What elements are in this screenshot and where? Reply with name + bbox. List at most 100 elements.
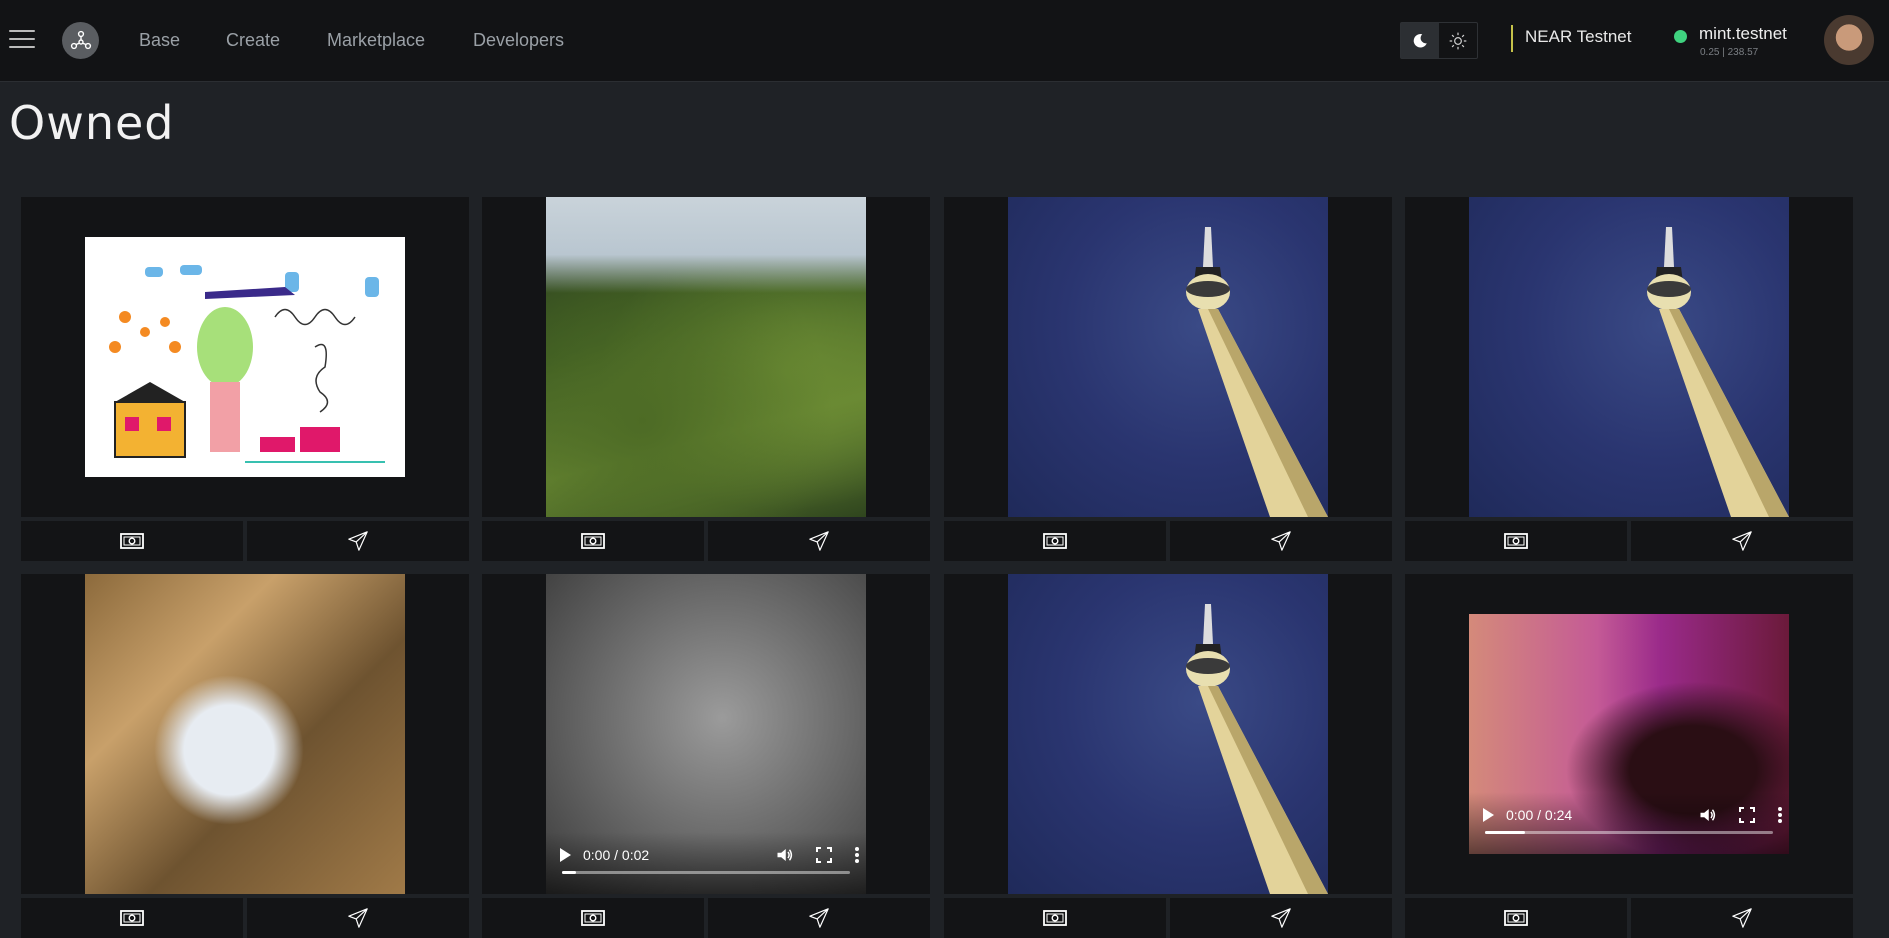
token-media-frame: 0:00 / 0:24 — [1405, 574, 1853, 894]
token-card[interactable] — [21, 574, 469, 938]
token-card[interactable]: 0:00 / 0:24 — [1405, 574, 1853, 938]
play-icon[interactable] — [1483, 808, 1494, 822]
sell-button[interactable] — [944, 521, 1166, 561]
sell-button[interactable] — [1405, 898, 1627, 938]
sell-button[interactable] — [482, 521, 704, 561]
money-icon — [1043, 533, 1067, 549]
token-media-face-closeup[interactable]: 0:00 / 0:02 — [546, 574, 866, 894]
transfer-button[interactable] — [247, 521, 469, 561]
token-actions — [482, 521, 930, 561]
token-media-frame — [21, 574, 469, 894]
logo-icon — [70, 30, 91, 49]
theme-toggle — [1400, 22, 1478, 59]
tv-tower-art — [1647, 227, 1789, 517]
money-icon — [120, 533, 144, 549]
transfer-button[interactable] — [1170, 898, 1392, 938]
send-icon — [1732, 908, 1752, 928]
token-actions — [1405, 898, 1853, 938]
more-options-icon[interactable] — [1777, 806, 1783, 824]
send-icon — [1732, 531, 1752, 551]
money-icon — [1504, 533, 1528, 549]
token-media-tv-tower[interactable] — [1008, 574, 1328, 894]
token-media-frame: 0:00 / 0:02 — [482, 574, 930, 894]
video-time: 0:00 / 0:02 — [583, 847, 650, 863]
transfer-button[interactable] — [1631, 521, 1853, 561]
token-media-kids-drawing[interactable] — [85, 237, 405, 477]
token-card[interactable] — [482, 197, 930, 561]
video-progress-bar[interactable] — [562, 871, 850, 874]
token-card[interactable] — [944, 574, 1392, 938]
sell-button[interactable] — [482, 898, 704, 938]
token-media-cat-in-window[interactable] — [85, 574, 405, 894]
send-icon — [1271, 908, 1291, 928]
token-media-frame — [944, 197, 1392, 517]
transfer-button[interactable] — [1631, 898, 1853, 938]
video-progress-fill — [562, 871, 577, 874]
token-actions — [944, 898, 1392, 938]
money-icon — [1043, 910, 1067, 926]
token-card[interactable]: 0:00 / 0:02 — [482, 574, 930, 938]
token-card[interactable] — [1405, 197, 1853, 561]
volume-icon[interactable] — [776, 847, 794, 863]
token-actions — [944, 521, 1392, 561]
account-balance: 0.25 | 238.57 — [1700, 47, 1759, 58]
volume-icon[interactable] — [1699, 807, 1717, 823]
money-icon — [581, 910, 605, 926]
send-icon — [1271, 531, 1291, 551]
more-options-icon[interactable] — [854, 846, 860, 864]
token-media-frame — [1405, 197, 1853, 517]
money-icon — [1504, 910, 1528, 926]
video-progress-bar[interactable] — [1485, 831, 1773, 834]
nav-link-developers[interactable]: Developers — [473, 30, 564, 51]
fullscreen-icon[interactable] — [1739, 807, 1755, 823]
video-controls: 0:00 / 0:02 — [546, 832, 866, 894]
token-actions — [482, 898, 930, 938]
sell-button[interactable] — [21, 898, 243, 938]
transfer-button[interactable] — [708, 521, 930, 561]
fullscreen-icon[interactable] — [816, 847, 832, 863]
token-card[interactable] — [21, 197, 469, 561]
token-media-palm-trees[interactable]: 0:00 / 0:24 — [1469, 614, 1789, 854]
token-media-tv-tower[interactable] — [1008, 197, 1328, 517]
light-mode-button[interactable] — [1439, 23, 1477, 58]
token-media-frame — [482, 197, 930, 517]
nav-link-marketplace[interactable]: Marketplace — [327, 30, 425, 51]
nav-link-create[interactable]: Create — [226, 30, 280, 51]
send-icon — [348, 531, 368, 551]
sell-button[interactable] — [1405, 521, 1627, 561]
kids-drawing-art — [85, 237, 405, 477]
token-actions — [1405, 521, 1853, 561]
transfer-button[interactable] — [708, 898, 930, 938]
sell-button[interactable] — [944, 898, 1166, 938]
avatar[interactable] — [1824, 15, 1874, 65]
video-progress-fill — [1485, 831, 1526, 834]
transfer-button[interactable] — [247, 898, 469, 938]
token-media-tv-tower[interactable] — [1469, 197, 1789, 517]
page-title: Owned — [9, 96, 175, 150]
nav-link-base[interactable]: Base — [139, 30, 180, 51]
tv-tower-art — [1186, 604, 1328, 894]
sell-button[interactable] — [21, 521, 243, 561]
send-icon — [348, 908, 368, 928]
network-label[interactable]: NEAR Testnet — [1525, 27, 1631, 47]
menu-icon[interactable] — [9, 30, 35, 50]
token-media-frame — [21, 197, 469, 517]
tv-tower-art — [1186, 227, 1328, 517]
play-icon[interactable] — [560, 848, 571, 862]
money-icon — [581, 533, 605, 549]
transfer-button[interactable] — [1170, 521, 1392, 561]
connection-status-dot — [1674, 30, 1687, 43]
token-actions — [21, 898, 469, 938]
token-card[interactable] — [944, 197, 1392, 561]
send-icon — [809, 908, 829, 928]
send-icon — [809, 531, 829, 551]
token-actions — [21, 521, 469, 561]
sun-icon — [1449, 32, 1467, 49]
money-icon — [120, 910, 144, 926]
dark-mode-button[interactable] — [1401, 23, 1439, 58]
moon-icon — [1413, 33, 1427, 48]
mintbase-logo[interactable] — [62, 22, 99, 59]
account-name[interactable]: mint.testnet — [1699, 24, 1787, 44]
token-media-mountain-valley[interactable] — [546, 197, 866, 517]
token-media-frame — [944, 574, 1392, 894]
